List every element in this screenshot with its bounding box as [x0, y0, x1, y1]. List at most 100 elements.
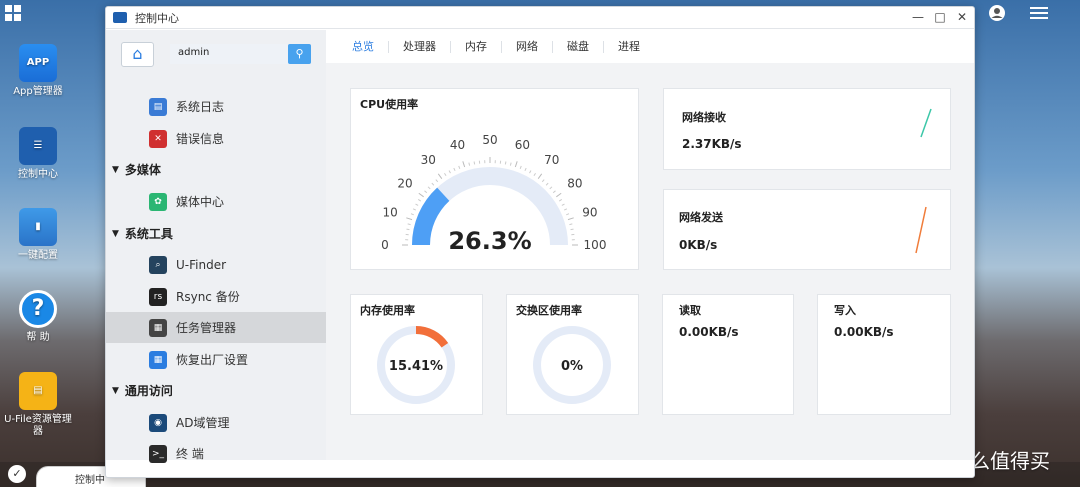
cpu-gauge-tick-label: 0 [381, 238, 389, 252]
terminal-icon: >_ [149, 444, 167, 463]
window-title: 控制中心 [135, 11, 179, 25]
sidebar-item-label: Rsync 备份 [176, 290, 240, 304]
sidebar-item-label: 恢复出厂设置 [176, 353, 249, 367]
cpu-gauge-tick-label: 10 [382, 206, 397, 220]
sidebar-item[interactable]: ▦ 任务管理器 [106, 312, 326, 343]
start-icon[interactable]: ✓ [8, 465, 26, 483]
main-panel: 总览 处理器 内存 网络 磁盘 进程 CPU使用率 0 10 20 30 40 50 60 7… [326, 30, 974, 460]
sidebar-item-label: AD域管理 [176, 416, 230, 430]
cpu-gauge-minor-tick [431, 182, 435, 186]
cpu-gauge-tick [462, 161, 466, 168]
tab-memory[interactable]: 内存 [451, 40, 502, 53]
network-send-value: 0KB/s [679, 238, 718, 252]
cpu-gauge-tick [556, 192, 562, 198]
sidebar-item[interactable]: ✿ 媒体中心 [106, 186, 326, 217]
sidebar-group[interactable]: ▼ 系统工具 [106, 218, 326, 249]
sidebar-item[interactable]: ◉ AD域管理 [106, 407, 326, 438]
cpu-gauge-tick [567, 217, 574, 221]
cpu-gauge-minor-tick [448, 170, 451, 174]
tab-process[interactable]: 进程 [604, 40, 654, 53]
swap-usage-card: 交换区使用率 0% [506, 294, 639, 415]
network-receive-card: 网络接收 2.37KB/s [663, 88, 951, 170]
hamburger-menu-icon[interactable] [1030, 4, 1048, 22]
home-button[interactable]: ⌂ [121, 42, 154, 67]
close-button[interactable]: ✕ [956, 10, 968, 24]
search-button[interactable]: ⚲ [288, 44, 311, 64]
cpu-gauge-minor-tick [417, 199, 422, 202]
window-titlebar[interactable]: 控制中心 — □ ✕ [106, 7, 974, 29]
disk-write-title: 写入 [834, 304, 856, 317]
cpu-gauge-minor-tick [563, 208, 568, 211]
cpu-gauge-minor-tick [458, 165, 461, 169]
user-icon[interactable] [988, 4, 1006, 22]
desktop-icon-control-center[interactable]: ☰ 控制中心 [0, 127, 76, 181]
sidebar-item[interactable]: ▤ 系统日志 [106, 91, 326, 122]
cpu-gauge-minor-tick [473, 161, 476, 165]
tab-disk[interactable]: 磁盘 [553, 40, 604, 53]
cpu-gauge-minor-tick [570, 228, 574, 231]
mem-ring-value: 15.41% [389, 359, 443, 374]
cpu-gauge-tick [418, 192, 424, 198]
network-receive-sparkline [920, 108, 932, 138]
desktop-icon-quick-config[interactable]: ▮ 一键配置 [0, 208, 76, 262]
sidebar-item-label: 系统工具 [124, 227, 173, 241]
desktop-icon-ufile[interactable]: ▤ U-File资源管理器 [0, 372, 76, 438]
desktop-icon-label: 一键配置 [18, 250, 58, 261]
cpu-gauge-minor-tick [453, 167, 456, 172]
sidebar-item-label: 多媒体 [124, 163, 161, 177]
minimize-button[interactable]: — [912, 10, 924, 24]
cpu-gauge-tick-label: 60 [515, 138, 530, 152]
disk-read-title: 读取 [679, 304, 701, 317]
sidebar-item[interactable]: rs Rsync 备份 [106, 281, 326, 312]
task-manager-icon: ▦ [149, 318, 167, 337]
cpu-gauge-tick-label: 70 [544, 153, 559, 167]
sidebar-group[interactable]: ▼ 通用访问 [106, 375, 326, 406]
cpu-gauge-minor-tick [552, 190, 556, 194]
cpu-gauge-minor-tick [549, 186, 553, 190]
log-icon: ▤ [149, 97, 167, 116]
sidebar-item[interactable]: ▦ 恢复出厂设置 [106, 344, 326, 375]
cpu-gauge-fill [412, 187, 450, 246]
cpu-gauge-tick-label: 20 [397, 176, 412, 190]
sidebar-item[interactable]: ✕ 错误信息 [106, 123, 326, 154]
app-store-icon: APP [19, 44, 57, 82]
sidebar-item-label: 系统日志 [176, 100, 225, 114]
reset-icon: ▦ [149, 350, 167, 369]
cpu-gauge-minor-tick [509, 162, 512, 166]
search-input[interactable]: admin [170, 44, 290, 64]
tab-network[interactable]: 网络 [502, 40, 553, 53]
cpu-gauge-tick-label: 40 [450, 138, 465, 152]
cpu-gauge-minor-tick [468, 162, 471, 166]
desktop-icon-label: 控制中心 [18, 169, 58, 180]
caret-down-icon: ▼ [112, 228, 119, 239]
caret-down-icon: ▼ [112, 164, 119, 175]
cpu-gauge-minor-tick [519, 165, 522, 169]
tab-overview[interactable]: 总览 [342, 40, 389, 53]
cpu-gauge-minor-tick [529, 170, 532, 174]
sidebar-item-label: 通用访问 [124, 384, 173, 398]
cpu-gauge-minor-tick [541, 179, 545, 183]
sidebar-group[interactable]: ▼ 多媒体 [106, 154, 326, 185]
desktop-icon-help[interactable]: ? 帮 助 [0, 290, 76, 344]
cpu-gauge-minor-tick [561, 203, 565, 206]
sidebar-item[interactable]: ⌕ U-Finder [106, 249, 326, 280]
network-send-card: 网络发送 0KB/s [663, 189, 951, 270]
cpu-gauge-minor-tick [444, 172, 447, 177]
memory-usage-card: 内存使用率 15.41% [350, 294, 483, 415]
tab-processor[interactable]: 处理器 [389, 40, 451, 53]
cpu-usage-value: 26.3% [448, 227, 531, 255]
cpu-gauge-minor-tick [412, 208, 417, 211]
control-center-icon: ☰ [19, 127, 57, 165]
sidebar-item[interactable]: >_ 终 端 [106, 438, 326, 469]
app-grid-icon[interactable] [5, 5, 21, 21]
maximize-button[interactable]: □ [934, 10, 946, 24]
mouse-icon: ▮ [19, 208, 57, 246]
swap-ring-value: 0% [561, 359, 583, 374]
rsync-icon: rs [149, 287, 167, 306]
desktop-icon-app-manager[interactable]: APP App管理器 [0, 44, 76, 98]
cpu-gauge-minor-tick [435, 179, 439, 183]
network-send-title: 网络发送 [679, 211, 723, 224]
cpu-gauge-tick-label: 30 [421, 153, 436, 167]
network-receive-title: 网络接收 [682, 111, 726, 124]
network-receive-value: 2.37KB/s [682, 137, 742, 151]
